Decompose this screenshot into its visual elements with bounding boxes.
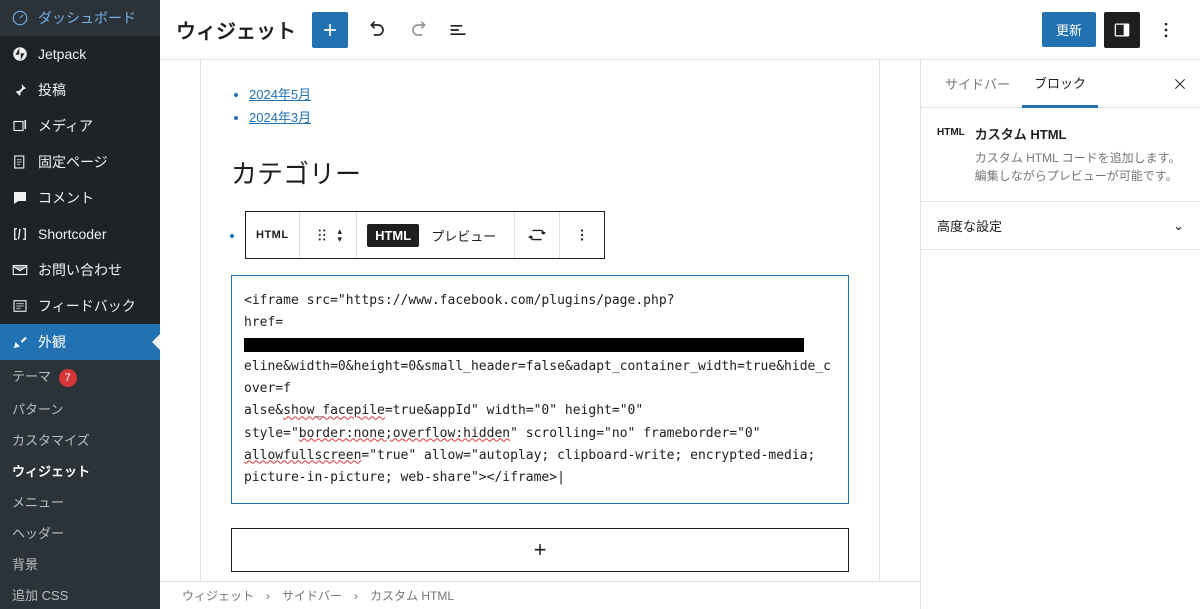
more-menu-button[interactable] xyxy=(1148,12,1184,48)
pages-icon xyxy=(10,152,30,172)
block-toolbar: HTML ▴ ▾ xyxy=(245,211,605,259)
editor-topbar: ウィジェット 更新 xyxy=(160,0,1200,60)
close-settings-button[interactable] xyxy=(1172,76,1188,92)
sidebar-subitem[interactable]: ウィジェット xyxy=(0,455,160,486)
block-description: HTML カスタム HTML カスタム HTML コードを追加します。編集しなが… xyxy=(921,108,1200,202)
sidebar-item-dashboard[interactable]: ダッシュボード xyxy=(0,0,160,36)
comment-icon xyxy=(10,188,30,208)
block-desc: カスタム HTML コードを追加します。編集しながらプレビューが可能です。 xyxy=(975,149,1184,185)
archive-link[interactable]: 2024年5月 xyxy=(249,87,311,102)
sidebar-subitem[interactable]: ヘッダー xyxy=(0,517,160,548)
undo-button[interactable] xyxy=(360,12,396,48)
sidebar-subitem[interactable]: テーマ 7 xyxy=(0,360,160,393)
settings-tabs: サイドバー ブロック xyxy=(921,60,1200,108)
drag-handle[interactable] xyxy=(310,223,334,247)
view-html-button[interactable]: HTML xyxy=(367,224,419,247)
breadcrumb-item[interactable]: サイドバー xyxy=(282,587,342,604)
sidebar-subitem[interactable]: メニュー xyxy=(0,486,160,517)
sidebar-item-pages[interactable]: 固定ページ xyxy=(0,144,160,180)
add-block-button[interactable] xyxy=(312,12,348,48)
sidebar-subitem[interactable]: 追加 CSS xyxy=(0,579,160,609)
archive-list: 2024年5月 2024年3月 xyxy=(249,84,849,126)
sidebar-item-label: 外観 xyxy=(38,332,66,352)
sidebar-item-jetpack[interactable]: Jetpack xyxy=(0,36,160,72)
list-view-button[interactable] xyxy=(440,12,476,48)
sidebar-panel-icon xyxy=(1112,20,1132,40)
sidebar-subitem[interactable]: カスタマイズ xyxy=(0,424,160,455)
sidebar-item-label: 固定ページ xyxy=(38,152,108,172)
main-column: ウィジェット 更新 xyxy=(160,0,1200,609)
redo-button[interactable] xyxy=(400,12,436,48)
sidebar-item-label: ダッシュボード xyxy=(38,8,136,28)
plus-icon xyxy=(320,20,340,40)
html-block-icon: HTML xyxy=(937,127,965,185)
breadcrumb-item[interactable]: カスタム HTML xyxy=(370,587,454,604)
sidebar-item-appearance[interactable]: 外観 xyxy=(0,324,160,360)
plus-icon: + xyxy=(534,537,547,563)
settings-panel: サイドバー ブロック HTML カスタム HTML カスタム HTML コードを… xyxy=(920,60,1200,609)
jetpack-icon xyxy=(10,44,30,64)
block-title: カスタム HTML xyxy=(975,124,1184,143)
settings-toggle-button[interactable] xyxy=(1104,12,1140,48)
block-more-button[interactable] xyxy=(570,223,594,247)
widget-area-body: 2024年5月 2024年3月 カテゴリー HTML xyxy=(200,60,880,581)
loop-icon xyxy=(526,224,548,246)
admin-sidebar: ダッシュボード Jetpack 投稿メディア固定ページコメント Shortcoder お… xyxy=(0,0,160,609)
block-type-indicator[interactable]: HTML xyxy=(256,229,289,241)
sidebar-item-shortcode[interactable]: Shortcoder xyxy=(0,216,160,252)
pin-icon xyxy=(10,80,30,100)
block-mover[interactable]: ▴ ▾ xyxy=(334,227,347,243)
tab-block[interactable]: ブロック xyxy=(1022,60,1098,108)
sidebar-item-comment[interactable]: コメント xyxy=(0,180,160,216)
sidebar-item-media[interactable]: メディア xyxy=(0,108,160,144)
feedback-icon xyxy=(10,296,30,316)
convert-button[interactable] xyxy=(525,223,549,247)
sidebar-item-label: コメント xyxy=(38,188,94,208)
sidebar-subitem[interactable]: 背景 xyxy=(0,548,160,579)
view-preview-button[interactable]: プレビュー xyxy=(423,222,504,249)
sidebar-item-feedback[interactable]: フィードバック xyxy=(0,288,160,324)
archive-link[interactable]: 2024年3月 xyxy=(249,110,311,125)
media-icon xyxy=(10,116,30,136)
editor-canvas[interactable]: 2024年5月 2024年3月 カテゴリー HTML xyxy=(160,60,920,581)
widget-heading[interactable]: カテゴリー xyxy=(231,154,849,191)
count-badge: 7 xyxy=(59,369,77,387)
sidebar-item-label: 投稿 xyxy=(38,80,66,100)
sidebar-item-pin[interactable]: 投稿 xyxy=(0,72,160,108)
redo-icon xyxy=(408,20,428,40)
chevron-down-icon: ⌄ xyxy=(1173,218,1184,234)
page-title: ウィジェット xyxy=(176,15,296,44)
advanced-panel-toggle[interactable]: 高度な設定 ⌄ xyxy=(921,202,1200,250)
breadcrumb-item[interactable]: ウィジェット xyxy=(182,587,254,604)
undo-icon xyxy=(368,20,388,40)
sidebar-item-mail[interactable]: お問い合わせ xyxy=(0,252,160,288)
drag-icon xyxy=(313,226,331,244)
appearance-icon xyxy=(10,332,30,352)
breadcrumb: ウィジェット › サイドバー › カスタム HTML xyxy=(160,581,920,609)
close-icon xyxy=(1172,76,1188,92)
kebab-icon xyxy=(1156,20,1176,40)
update-button[interactable]: 更新 xyxy=(1042,12,1096,47)
kebab-icon xyxy=(573,226,591,244)
sidebar-item-label: Jetpack xyxy=(38,46,86,62)
sidebar-item-label: フィードバック xyxy=(38,296,136,316)
block-appender-button[interactable]: + xyxy=(231,528,849,572)
list-view-icon xyxy=(448,20,468,40)
chevron-down-icon: ▾ xyxy=(338,235,343,243)
shortcode-icon xyxy=(10,224,30,244)
html-code-textarea[interactable]: <iframe src="https://www.facebook.com/pl… xyxy=(231,275,849,504)
sidebar-item-label: Shortcoder xyxy=(38,226,106,242)
tab-sidebar[interactable]: サイドバー xyxy=(933,60,1022,108)
sidebar-item-label: お問い合わせ xyxy=(38,260,122,280)
mail-icon xyxy=(10,260,30,280)
sidebar-subitem[interactable]: パターン xyxy=(0,393,160,424)
redacted-segment xyxy=(244,338,804,352)
dashboard-icon xyxy=(10,8,30,28)
sidebar-item-label: メディア xyxy=(38,116,93,136)
